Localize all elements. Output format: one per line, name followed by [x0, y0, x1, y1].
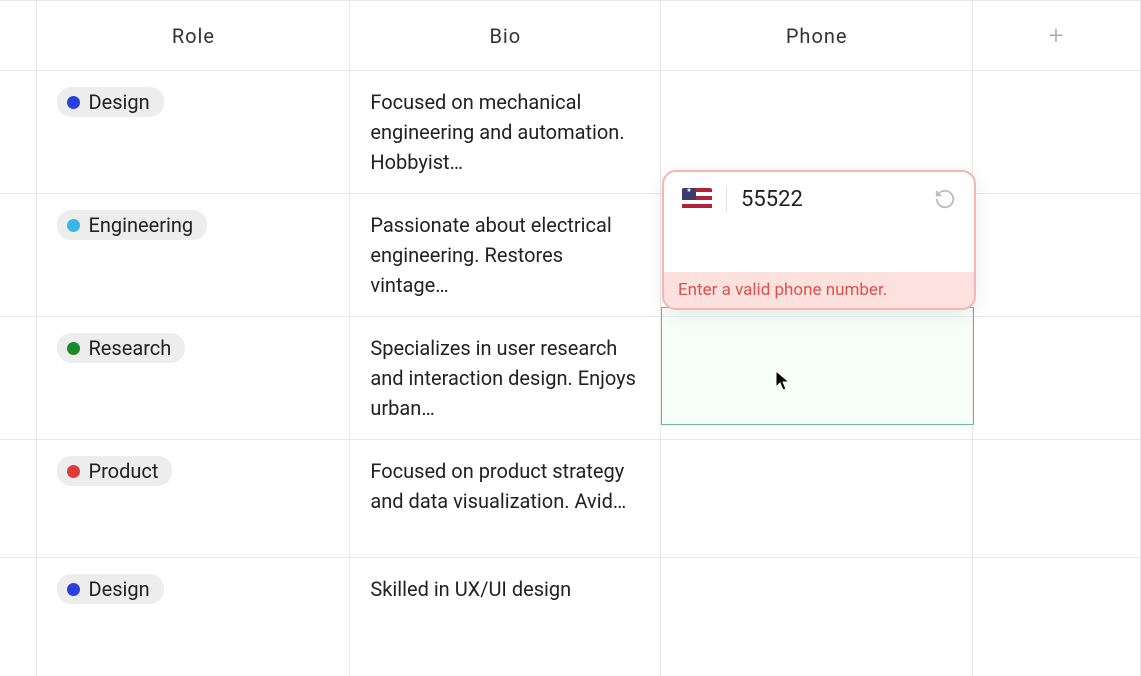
role-tag[interactable]: Research — [57, 333, 185, 363]
column-header-role[interactable]: Role — [37, 1, 350, 71]
divider — [726, 186, 727, 212]
role-label: Research — [88, 336, 171, 360]
role-dot-icon — [67, 583, 80, 596]
column-header-bio[interactable]: Bio — [350, 1, 661, 71]
validation-error-message: Enter a valid phone number. — [664, 272, 974, 308]
row-spacer — [0, 558, 37, 676]
role-dot-icon — [67, 96, 80, 109]
cell-phone[interactable] — [661, 317, 973, 440]
bio-text: Passionate about electrical engineering.… — [370, 210, 640, 300]
cell-phone[interactable] — [661, 440, 973, 558]
row-spacer — [0, 194, 37, 317]
bio-text: Focused on product strategy and data vis… — [370, 456, 640, 516]
row-spacer — [0, 317, 37, 440]
table-row: Product Focused on product strategy and … — [0, 440, 1141, 558]
role-dot-icon — [67, 465, 80, 478]
data-table: Role Bio Phone + Design Focused on mecha… — [0, 0, 1141, 676]
cell-role[interactable]: Engineering — [37, 194, 350, 317]
cell-role[interactable]: Product — [37, 440, 350, 558]
phone-input[interactable]: 55522 — [741, 187, 920, 212]
cell-role[interactable]: Design — [37, 558, 350, 676]
bio-text: Skilled in UX/UI design — [370, 574, 640, 604]
cell-bio[interactable]: Focused on product strategy and data vis… — [350, 440, 661, 558]
flag-us-icon[interactable]: ★ — [682, 188, 712, 210]
role-tag[interactable]: Design — [57, 574, 163, 604]
cell-empty — [973, 194, 1141, 317]
row-spacer — [0, 71, 37, 194]
bio-text: Focused on mechanical engineering and au… — [370, 87, 640, 177]
cell-role[interactable]: Research — [37, 317, 350, 440]
header-spacer — [0, 1, 37, 71]
role-label: Engineering — [88, 213, 193, 237]
table-row: Design Skilled in UX/UI design — [0, 558, 1141, 676]
cell-bio[interactable]: Skilled in UX/UI design — [350, 558, 661, 676]
role-tag[interactable]: Design — [57, 87, 163, 117]
phone-input-row: ★ 55522 — [664, 172, 974, 272]
cell-empty — [973, 440, 1141, 558]
role-dot-icon — [67, 342, 80, 355]
cell-empty — [973, 317, 1141, 440]
role-label: Product — [88, 459, 158, 483]
cell-phone[interactable] — [661, 558, 973, 676]
phone-editor-popover: ★ 55522 Enter a valid phone number. — [662, 170, 976, 310]
add-column-button[interactable]: + — [973, 1, 1141, 71]
cell-role[interactable]: Design — [37, 71, 350, 194]
bio-text: Specializes in user research and interac… — [370, 333, 640, 423]
role-label: Design — [88, 577, 149, 601]
cell-bio[interactable]: Specializes in user research and interac… — [350, 317, 661, 440]
column-header-phone[interactable]: Phone — [661, 1, 973, 71]
row-spacer — [0, 440, 37, 558]
undo-icon[interactable] — [934, 188, 956, 210]
cell-empty — [973, 558, 1141, 676]
role-label: Design — [88, 90, 149, 114]
table-header-row: Role Bio Phone + — [0, 1, 1141, 71]
cell-empty — [973, 71, 1141, 194]
cell-bio[interactable]: Focused on mechanical engineering and au… — [350, 71, 661, 194]
role-dot-icon — [67, 219, 80, 232]
role-tag[interactable]: Product — [57, 456, 172, 486]
role-tag[interactable]: Engineering — [57, 210, 207, 240]
cell-bio[interactable]: Passionate about electrical engineering.… — [350, 194, 661, 317]
table-row: Research Specializes in user research an… — [0, 317, 1141, 440]
